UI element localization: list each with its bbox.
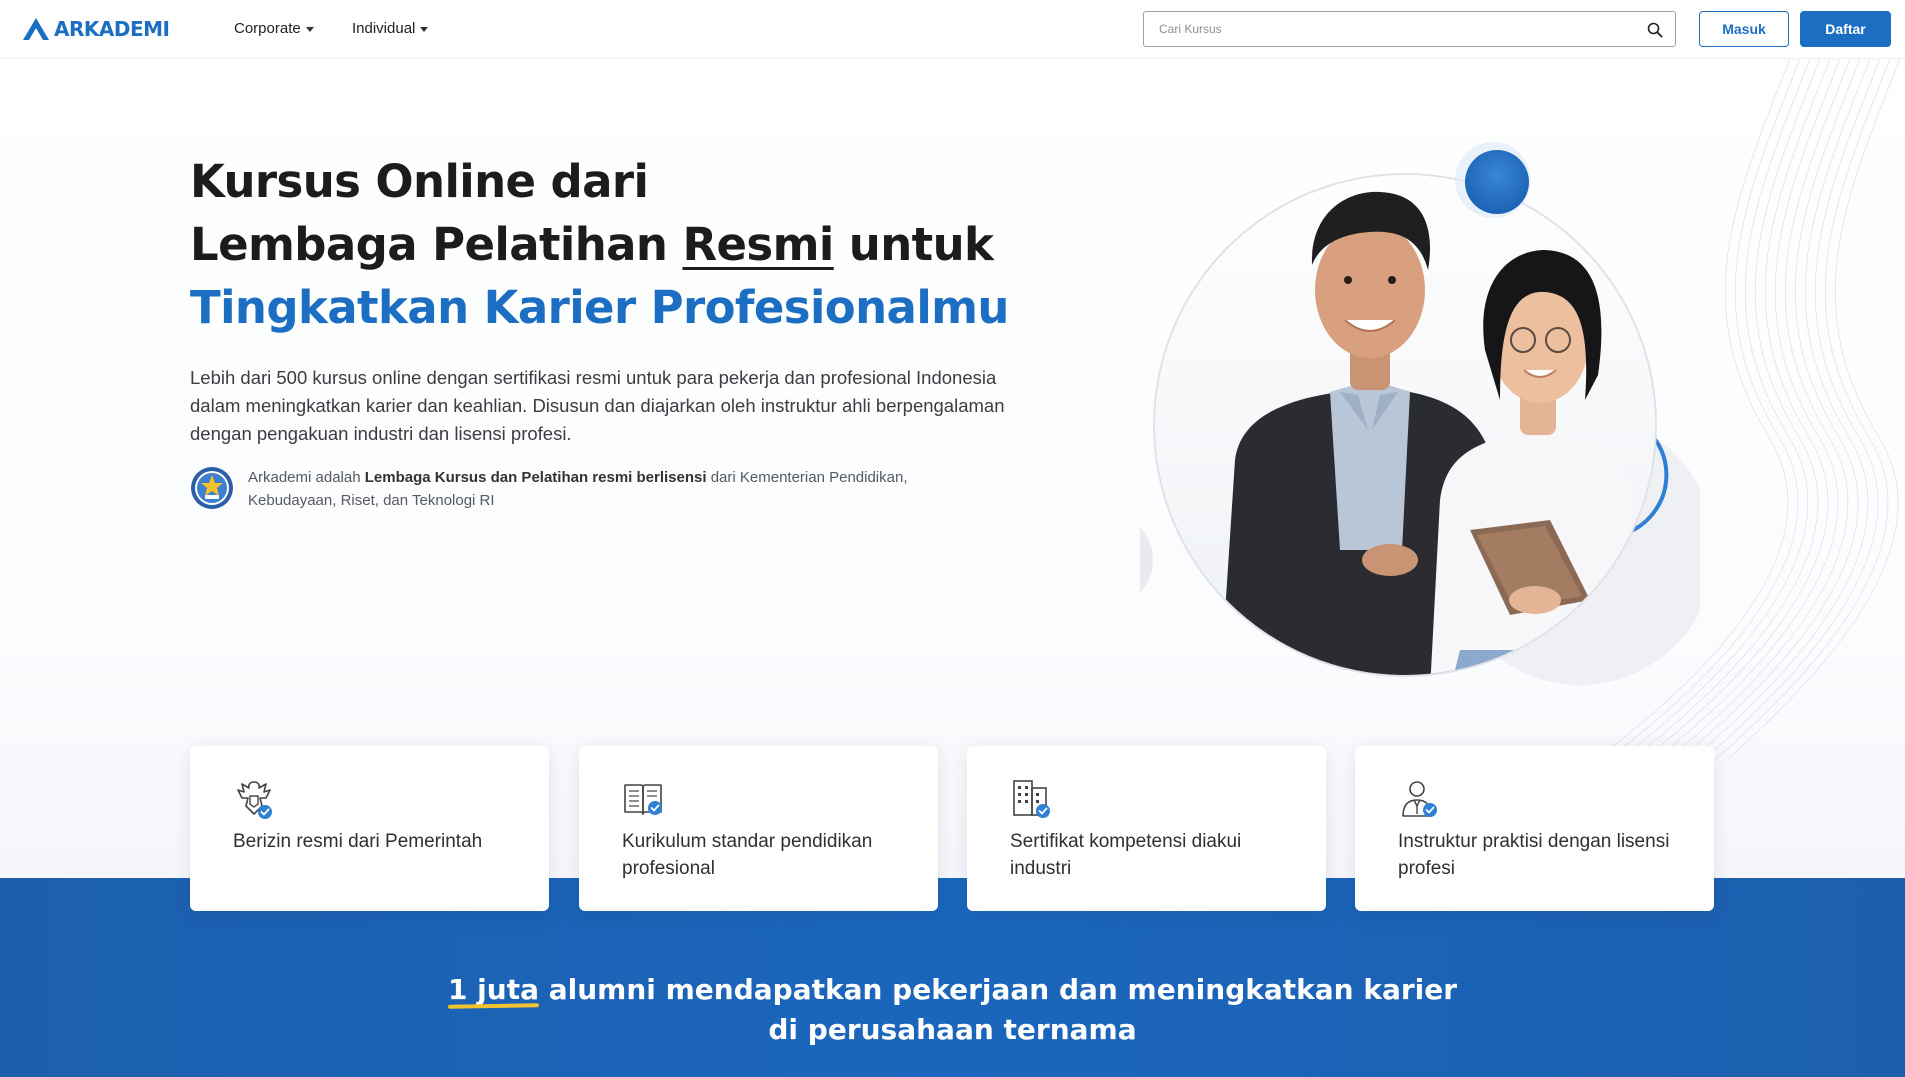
- instructor-icon: [1402, 781, 1437, 817]
- headline-line-2-a: Lembaga Pelatihan: [190, 218, 683, 271]
- license-text-bold: Lembaga Kursus dan Pelatihan resmi berli…: [364, 469, 707, 486]
- garuda-icon: [237, 781, 272, 819]
- feature-card-licensed: Berizin resmi dari Pemerintah: [190, 746, 549, 911]
- license-text-a: Arkademi adalah: [248, 469, 365, 486]
- search-input[interactable]: [1144, 12, 1675, 46]
- license-note: Arkademi adalah Lembaga Kursus dan Pelat…: [190, 466, 948, 512]
- nav-individual[interactable]: Individual: [352, 20, 429, 37]
- book-icon: [624, 784, 662, 815]
- feature-text: Sertifikat kompetensi diakui industri: [1010, 831, 1242, 879]
- alumni-line-1-rest: alumni mendapatkan pekerjaan dan meningk…: [538, 973, 1458, 1006]
- hero-headline: Kursus Online dari Lembaga Pelatihan Res…: [190, 150, 1009, 339]
- feature-text: Berizin resmi dari Pemerintah: [233, 831, 483, 852]
- alumni-highlight: 1 juta: [448, 970, 539, 1010]
- headline-line-2-c: untuk: [833, 218, 994, 271]
- feature-text: Instruktur praktisi dengan lisensi profe…: [1398, 831, 1670, 879]
- alumni-line-2: di perusahaan ternama: [768, 1013, 1137, 1046]
- page: ARKADEMI Corporate Individual Masuk Daft…: [0, 0, 1905, 1077]
- feature-text: Kurikulum standar pendidikan profesional: [622, 831, 873, 879]
- headline-line-1: Kursus Online dari: [190, 155, 649, 208]
- feature-card-certificate: Sertifikat kompetensi diakui industri: [967, 746, 1326, 911]
- arkademi-logo-icon: [23, 18, 49, 40]
- search-box: [1143, 11, 1676, 47]
- nav-corporate[interactable]: Corporate: [234, 20, 314, 37]
- headline-line-3: Tingkatkan Karier Profesionalmu: [190, 281, 1009, 334]
- top-navbar: ARKADEMI Corporate Individual Masuk Daft…: [0, 0, 1905, 59]
- hero-description: Lebih dari 500 kursus online dengan sert…: [190, 367, 1005, 444]
- register-button[interactable]: Daftar: [1800, 11, 1891, 47]
- hero-people-image: [1140, 142, 1700, 685]
- caret-down-icon: [420, 27, 429, 32]
- nav-corporate-label: Corporate: [234, 20, 301, 37]
- feature-card-instructor: Instruktur praktisi dengan lisensi profe…: [1355, 746, 1714, 911]
- brand-logo[interactable]: ARKADEMI: [22, 17, 170, 41]
- alumni-headline: 1 juta alumni mendapatkan pekerjaan dan …: [0, 970, 1905, 1050]
- building-icon: [1013, 780, 1050, 818]
- license-text: Arkademi adalah Lembaga Kursus dan Pelat…: [248, 466, 948, 512]
- feature-card-curriculum: Kurikulum standar pendidikan profesional: [579, 746, 938, 911]
- headline-line-2: Lembaga Pelatihan Resmi untuk: [190, 213, 1009, 276]
- headline-resmi: Resmi: [682, 218, 834, 271]
- logo-text: ARKADEMI: [54, 17, 170, 41]
- nav-individual-label: Individual: [352, 20, 416, 37]
- decor-grey-circle: [1140, 527, 1153, 593]
- search-icon[interactable]: [1647, 22, 1663, 38]
- caret-down-icon: [305, 27, 314, 32]
- alumni-line-1: 1 juta alumni mendapatkan pekerjaan dan …: [448, 973, 1457, 1006]
- login-button[interactable]: Masuk: [1699, 11, 1789, 47]
- kemendikbud-emblem-icon: [191, 467, 233, 509]
